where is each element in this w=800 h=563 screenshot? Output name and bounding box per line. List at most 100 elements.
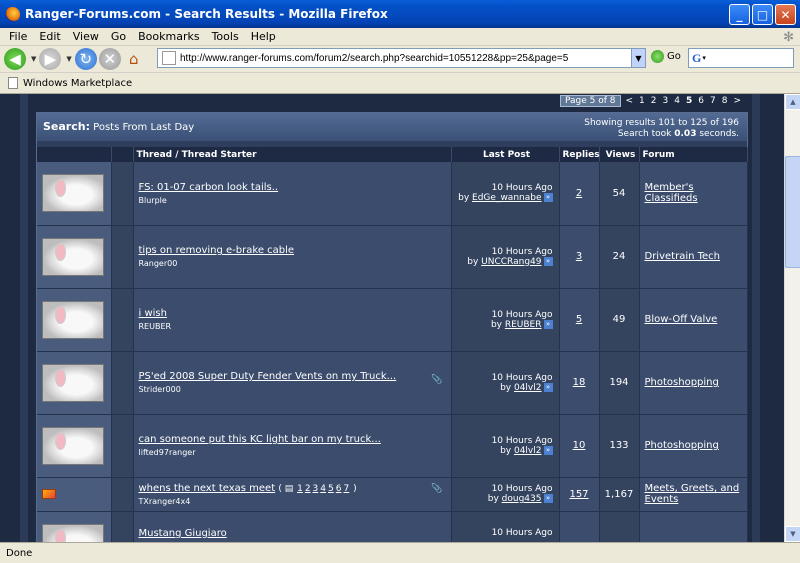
menu-tools[interactable]: Tools bbox=[206, 30, 245, 43]
last-post-author-link[interactable]: REUBER bbox=[505, 320, 542, 330]
back-button[interactable]: ◀ bbox=[4, 48, 26, 70]
page-link-7[interactable]: 7 bbox=[707, 96, 719, 106]
address-text[interactable]: http://www.ranger-forums.com/forum2/sear… bbox=[180, 53, 568, 64]
go-button[interactable]: Go bbox=[651, 50, 681, 63]
bookmark-windows-marketplace[interactable]: Windows Marketplace bbox=[23, 78, 132, 89]
page-content: Page 5 of 8 < 1 2 3 4 5 6 7 8 > Search: … bbox=[0, 94, 784, 542]
thread-page-link[interactable]: 1 bbox=[297, 484, 303, 494]
replies-count-link[interactable]: 10 bbox=[573, 440, 586, 451]
forum-link[interactable]: Photoshopping bbox=[645, 440, 719, 451]
col-lastpost-header[interactable]: Last Post bbox=[451, 147, 560, 162]
menu-bookmarks[interactable]: Bookmarks bbox=[132, 30, 205, 43]
replies-count-link[interactable]: 5 bbox=[576, 314, 582, 325]
thread-title-link[interactable]: can someone put this KC light bar on my … bbox=[139, 434, 381, 445]
page-link-8[interactable]: 8 bbox=[719, 96, 731, 106]
menu-edit[interactable]: Edit bbox=[33, 30, 66, 43]
back-history-dropdown-icon[interactable]: ▼ bbox=[31, 55, 36, 63]
forum-link[interactable]: Photoshopping bbox=[645, 377, 719, 388]
go-to-last-post-icon[interactable]: » bbox=[543, 256, 553, 266]
thread-page-link[interactable]: 5 bbox=[328, 484, 334, 494]
thread-starter[interactable]: Blurple bbox=[139, 196, 451, 205]
last-post-author-link[interactable]: EdGe_wannabe bbox=[472, 193, 541, 203]
thread-page-link[interactable]: 2 bbox=[305, 484, 311, 494]
col-replies-header[interactable]: Replies bbox=[559, 147, 600, 162]
row-replies-cell: 2 bbox=[559, 162, 600, 226]
reload-button[interactable]: ↻ bbox=[74, 48, 97, 70]
table-row: Mustang Giugiaro 10 Hours Ago bbox=[37, 511, 748, 542]
col-views-header[interactable]: Views bbox=[599, 147, 640, 162]
results-title: Search: Posts From Last Day bbox=[43, 120, 194, 133]
window-title-bar: Ranger-Forums.com - Search Results - Moz… bbox=[0, 0, 800, 28]
home-button[interactable]: ⌂ bbox=[122, 48, 145, 70]
thread-starter[interactable]: TXranger4x4 bbox=[139, 497, 451, 506]
thread-page-link[interactable]: 3 bbox=[313, 484, 319, 494]
address-bar[interactable]: http://www.ranger-forums.com/forum2/sear… bbox=[157, 48, 646, 68]
thread-title-link[interactable]: i wish bbox=[139, 308, 167, 319]
thread-title-link[interactable]: tips on removing e-brake cable bbox=[139, 245, 295, 256]
thread-title-link[interactable]: whens the next texas meet bbox=[139, 483, 276, 494]
thread-starter[interactable]: REUBER bbox=[139, 322, 451, 331]
replies-count-link[interactable]: 157 bbox=[569, 489, 588, 500]
page-link-4[interactable]: 4 bbox=[671, 96, 683, 106]
address-dropdown-icon[interactable]: ▼ bbox=[631, 49, 645, 67]
forum-link[interactable]: Meets, Greets, and Events bbox=[645, 483, 740, 505]
row-status-cell bbox=[111, 414, 134, 478]
last-post-author-link[interactable]: 04lvl2 bbox=[514, 446, 542, 456]
page-next-link[interactable]: > bbox=[730, 96, 744, 106]
page-link-1[interactable]: 1 bbox=[636, 96, 648, 106]
thread-starter[interactable]: Strider000 bbox=[139, 385, 451, 394]
go-to-last-post-icon[interactable]: » bbox=[543, 319, 553, 329]
go-to-last-post-icon[interactable]: » bbox=[543, 382, 553, 392]
scroll-up-icon[interactable]: ▲ bbox=[785, 94, 800, 110]
go-to-last-post-icon[interactable]: » bbox=[543, 445, 553, 455]
last-post-time: 10 Hours Ago bbox=[491, 246, 553, 257]
forward-button[interactable]: ▶ bbox=[39, 48, 62, 70]
last-post-author-link[interactable]: 04lvl2 bbox=[514, 383, 542, 393]
page-link-2[interactable]: 2 bbox=[648, 96, 660, 106]
window-title: Ranger-Forums.com - Search Results - Moz… bbox=[25, 7, 388, 21]
col-forum-header[interactable]: Forum bbox=[639, 147, 748, 162]
vertical-scrollbar[interactable]: ▲ ▼ bbox=[784, 94, 800, 542]
scrollbar-thumb[interactable] bbox=[785, 156, 800, 268]
go-arrow-icon bbox=[651, 50, 664, 63]
thread-page-link[interactable]: 6 bbox=[336, 484, 342, 494]
thread-title-link[interactable]: FS: 01-07 carbon look tails.. bbox=[139, 182, 279, 193]
close-button[interactable]: ✕ bbox=[775, 4, 796, 25]
forum-link[interactable]: Drivetrain Tech bbox=[645, 251, 721, 262]
thread-starter[interactable]: lifted97ranger bbox=[139, 448, 451, 457]
thread-title-link[interactable]: PS'ed 2008 Super Duty Fender Vents on my… bbox=[139, 371, 397, 382]
go-to-last-post-icon[interactable]: » bbox=[543, 494, 553, 503]
replies-count-link[interactable]: 18 bbox=[573, 377, 586, 388]
last-post-author-link[interactable]: doug435 bbox=[502, 494, 542, 504]
page-prev-link[interactable]: < bbox=[623, 96, 637, 106]
go-to-last-post-icon[interactable]: » bbox=[543, 193, 553, 203]
scroll-down-icon[interactable]: ▼ bbox=[785, 526, 800, 542]
google-icon[interactable]: G bbox=[692, 51, 701, 66]
stop-button[interactable]: ✕ bbox=[98, 48, 121, 70]
minimize-button[interactable]: _ bbox=[729, 4, 750, 25]
row-avatar-cell bbox=[37, 162, 112, 226]
search-engine-dropdown-icon[interactable]: ▾ bbox=[702, 54, 706, 62]
thread-title-link[interactable]: Mustang Giugiaro bbox=[139, 528, 227, 539]
menu-file[interactable]: File bbox=[3, 30, 33, 43]
page-link-6[interactable]: 6 bbox=[695, 96, 707, 106]
last-post-time: 10 Hours Ago bbox=[491, 372, 553, 383]
forum-link[interactable]: Blow-Off Valve bbox=[645, 314, 718, 325]
last-post-author-link[interactable]: UNCCRang49 bbox=[481, 257, 541, 267]
page-link-3[interactable]: 3 bbox=[660, 96, 672, 106]
replies-count-link[interactable]: 3 bbox=[576, 251, 582, 262]
results-table: Thread / Thread Starter Last Post Replie… bbox=[37, 147, 748, 542]
menu-view[interactable]: View bbox=[67, 30, 105, 43]
forward-history-dropdown-icon[interactable]: ▼ bbox=[66, 55, 71, 63]
replies-count-link[interactable]: 2 bbox=[576, 188, 582, 199]
col-thread-header[interactable]: Thread / Thread Starter bbox=[133, 147, 452, 162]
thread-starter[interactable]: Ranger00 bbox=[139, 259, 451, 268]
search-engine-box[interactable]: G ▾ bbox=[688, 48, 794, 68]
maximize-button[interactable]: □ bbox=[752, 4, 773, 25]
thread-page-link[interactable]: 4 bbox=[320, 484, 326, 494]
thread-page-link[interactable]: 7 bbox=[343, 484, 349, 494]
menu-help[interactable]: Help bbox=[245, 30, 282, 43]
views-count: 133 bbox=[599, 414, 640, 478]
menu-go[interactable]: Go bbox=[105, 30, 132, 43]
forum-link[interactable]: Member's Classifieds bbox=[645, 182, 698, 204]
